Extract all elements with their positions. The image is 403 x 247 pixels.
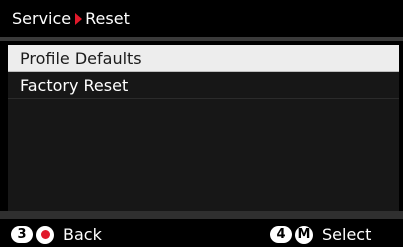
menu-item-factory-reset[interactable]: Factory Reset (8, 72, 399, 99)
breadcrumb-current: Reset (85, 9, 130, 28)
breadcrumb-arrow-icon (75, 12, 83, 25)
footer-divider (0, 211, 403, 219)
menu-list: Profile Defaults Factory Reset (8, 45, 399, 215)
breadcrumb-parent[interactable]: Service (12, 9, 71, 28)
camera-menu-screen: Service Reset Profile Defaults Factory R… (0, 0, 403, 247)
breadcrumb: Service Reset (0, 0, 403, 37)
record-button-icon (36, 225, 54, 244)
button-hint-bar: 3 Back 4 M Select (0, 219, 403, 247)
key-3-icon: 3 (11, 226, 33, 243)
back-label: Back (63, 225, 102, 244)
select-hint[interactable]: 4 M Select (270, 225, 371, 244)
title-divider (0, 37, 403, 41)
menu-item-label: Profile Defaults (20, 48, 142, 68)
menu-item-label: Factory Reset (20, 75, 129, 95)
key-m-icon: M (295, 225, 313, 244)
menu-item-profile-defaults[interactable]: Profile Defaults (8, 45, 399, 72)
select-label: Select (322, 225, 372, 244)
red-dot-icon (40, 230, 50, 239)
key-4-icon: 4 (270, 226, 292, 243)
back-hint[interactable]: 3 Back (11, 225, 102, 244)
